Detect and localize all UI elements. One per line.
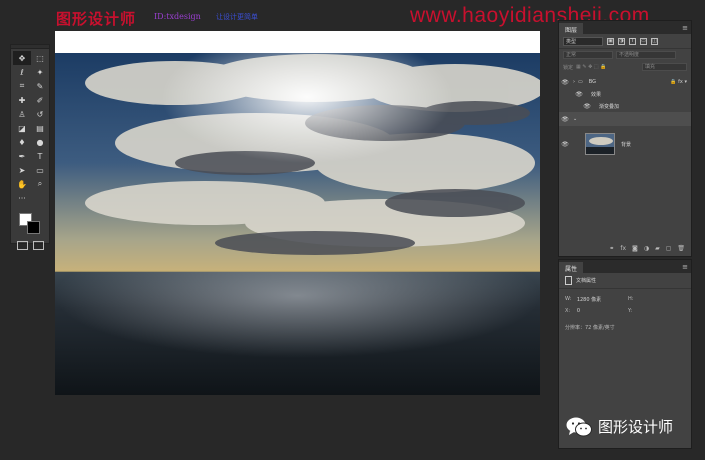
move-icon[interactable]: ✥ [13,51,31,65]
lock-label: 锁定 [563,64,574,71]
y-label: Y: [628,308,633,314]
layer-row-effect-item[interactable]: 👁 渐变叠加 [559,100,691,112]
lasso-icon[interactable]: ℓ [13,65,31,79]
layer-row-background[interactable]: 👁 背景 [559,126,691,162]
folder-icon: ▭ [578,79,583,85]
watermark-title: 图形设计师 [56,10,137,28]
fill-field[interactable]: 填充 [642,63,687,71]
filter-adjustment-icon[interactable]: ◑ [618,37,625,45]
folder-icon[interactable]: ▰ [655,245,660,252]
wechat-icon [566,417,592,437]
layers-footer: ⚭ fx ◙ ◑ ▰ ▢ 🗑 [559,242,691,254]
canvas-image[interactable] [55,53,540,395]
layer-row-group[interactable]: 👁 › ▭ BG 🔒 fx ▾ [559,76,691,88]
resolution-value: 分辨率：72 像素/英寸 [565,324,615,331]
tools-bottom [11,241,49,250]
panel-menu-icon[interactable]: ≡ [682,262,688,273]
layer-row-selected[interactable]: 👁 ⌄ [559,112,691,126]
seascape-image [55,53,540,395]
blend-mode-select[interactable]: 正常 [563,51,613,59]
opacity-field[interactable]: 不透明度 [616,51,676,59]
eye-icon[interactable]: 👁 [581,103,593,110]
eye-icon[interactable]: 👁 [573,91,585,98]
properties-tabbar: 属性 ≡ [559,260,691,273]
eye-icon[interactable]: 👁 [559,79,571,86]
x-label: X: [565,308,571,314]
width-value[interactable]: 1280 像素 [577,296,628,303]
tools-panel: ✥ ⬚ ℓ ✦ ⌗ ✎ ✚ ✐ ♙ ↺ ◪ ▤ ♦ ● ✒ T ➤ ▭ ✋ ⌕ ··· [10,44,50,250]
blur-icon[interactable]: ♦ [13,135,31,149]
tool-grid: ✥ ⬚ ℓ ✦ ⌗ ✎ ✚ ✐ ♙ ↺ ◪ ▤ ♦ ● ✒ T ➤ ▭ ✋ ⌕ ··· [11,49,49,205]
crop-icon[interactable]: ⌗ [13,79,31,93]
marquee-icon[interactable]: ⬚ [31,51,49,65]
width-label: W: [565,296,572,302]
pen-icon[interactable]: ✒ [13,149,31,163]
screen-mode-icon[interactable] [32,241,44,250]
layer-row-effects[interactable]: 👁 效果 [559,88,691,100]
watermark-subtitle: 让设计更简单 [216,13,258,21]
height-label: H: [628,296,634,302]
wechat-badge: 图形设计师 [566,416,673,437]
layer-filter-row: 类型 ▣ ◑ T ▭ ◫ [559,34,691,49]
more-icon[interactable]: ··· [13,191,31,205]
filter-shape-icon[interactable]: ▭ [640,37,647,45]
hand-icon[interactable]: ✋ [13,177,31,191]
layer-name: 渐变叠加 [599,103,620,110]
brush-icon[interactable]: ✐ [31,93,49,107]
layer-name: 背景 [621,141,632,148]
background-color-swatch[interactable] [27,221,40,234]
zoom-icon[interactable]: ⌕ [31,177,49,191]
adjustment-icon[interactable]: ◑ [644,245,649,252]
eyedropper-icon[interactable]: ✎ [31,79,49,93]
eraser-icon[interactable]: ◪ [13,121,31,135]
watermark-id: ID:txdesign [154,12,201,21]
blend-row: 正常 不透明度 [559,49,691,61]
gradient-icon[interactable]: ▤ [31,121,49,135]
document-properties-header: 文档属性 [559,273,691,289]
layer-name: BG [588,79,596,85]
layers-panel: 图层 ≡ 类型 ▣ ◑ T ▭ ◫ 正常 不透明度 锁定 ▦ ✎ ✥ ⬚ 🔒 填… [558,20,692,257]
layer-thumbnail [585,133,615,155]
resolution-row: 分辨率：72 像素/英寸 [559,321,691,333]
tab-properties[interactable]: 属性 [559,262,584,273]
type-icon[interactable]: T [31,149,49,163]
panel-menu-icon[interactable]: ≡ [682,23,688,34]
fx-icon[interactable]: fx [620,245,626,252]
filter-type-icon[interactable]: T [629,37,636,45]
wechat-account-name: 图形设计师 [598,418,674,436]
lock-row: 锁定 ▦ ✎ ✥ ⬚ 🔒 填充 [559,61,691,73]
layer-kind-select[interactable]: 类型 [563,36,603,46]
trash-icon[interactable]: 🗑 [677,245,685,252]
lock-icons[interactable]: ▦ ✎ ✥ ⬚ 🔒 [576,64,606,70]
magic-wand-icon[interactable]: ✦ [31,65,49,79]
color-swatches [11,209,49,239]
layer-lock-fx-icon: 🔒 fx ▾ [670,79,687,85]
x-value[interactable]: 0 [577,308,628,314]
dodge-icon[interactable]: ● [31,135,49,149]
eye-icon[interactable]: 👁 [559,116,571,123]
link-icon[interactable]: ⚭ [609,245,614,252]
filter-smart-icon[interactable]: ◫ [651,37,658,45]
history-brush-icon[interactable]: ↺ [31,107,49,121]
quick-mask-icon[interactable] [16,241,28,250]
new-layer-icon[interactable]: ▢ [666,245,672,252]
chevron-right-icon[interactable]: › [573,79,575,85]
canvas-transparent-strip [55,31,540,53]
layers-tabbar: 图层 ≡ [559,21,691,34]
layer-name: 效果 [591,91,602,98]
shape-icon[interactable]: ▭ [31,163,49,177]
path-select-icon[interactable]: ➤ [13,163,31,177]
filter-pixel-icon[interactable]: ▣ [607,37,614,45]
size-row: W: 1280 像素 H: [559,293,691,305]
document-properties-label: 文档属性 [576,278,597,284]
mask-icon[interactable]: ◙ [632,245,638,252]
tab-layers[interactable]: 图层 [559,23,584,34]
eye-icon[interactable]: 👁 [559,141,571,148]
position-row: X: 0 Y: [559,305,691,317]
document-icon [565,276,572,285]
stamp-icon[interactable]: ♙ [13,107,31,121]
chevron-down-icon[interactable]: ⌄ [573,116,577,122]
healing-icon[interactable]: ✚ [13,93,31,107]
